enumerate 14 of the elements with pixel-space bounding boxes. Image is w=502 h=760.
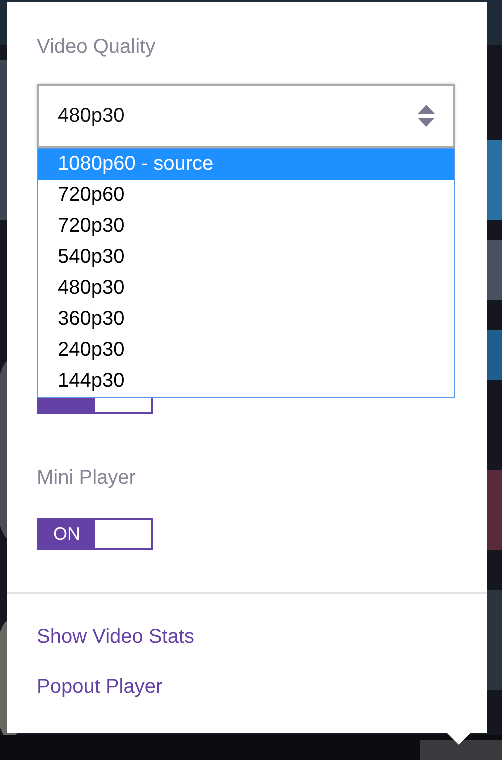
section-label: Video Quality: [37, 35, 156, 59]
dropdown-option[interactable]: 540p30: [38, 242, 454, 273]
dropdown-option[interactable]: 360p30: [38, 304, 454, 335]
dropdown-option[interactable]: 144p30: [38, 366, 454, 397]
dropdown-option[interactable]: 720p60: [38, 180, 454, 211]
menu-link[interactable]: Popout Player: [37, 674, 163, 700]
quality-select[interactable]: 480p30: [37, 84, 455, 148]
dropdown-option[interactable]: 240p30: [38, 335, 454, 366]
section-label: Mini Player: [37, 466, 136, 491]
dropdown-option[interactable]: 720p30: [38, 211, 454, 242]
sort-arrows-icon: [418, 105, 435, 127]
dropdown-option[interactable]: 480p30: [38, 273, 454, 304]
menu-link[interactable]: Show Video Stats: [37, 624, 195, 650]
toggle-switch[interactable]: ON: [37, 518, 153, 550]
